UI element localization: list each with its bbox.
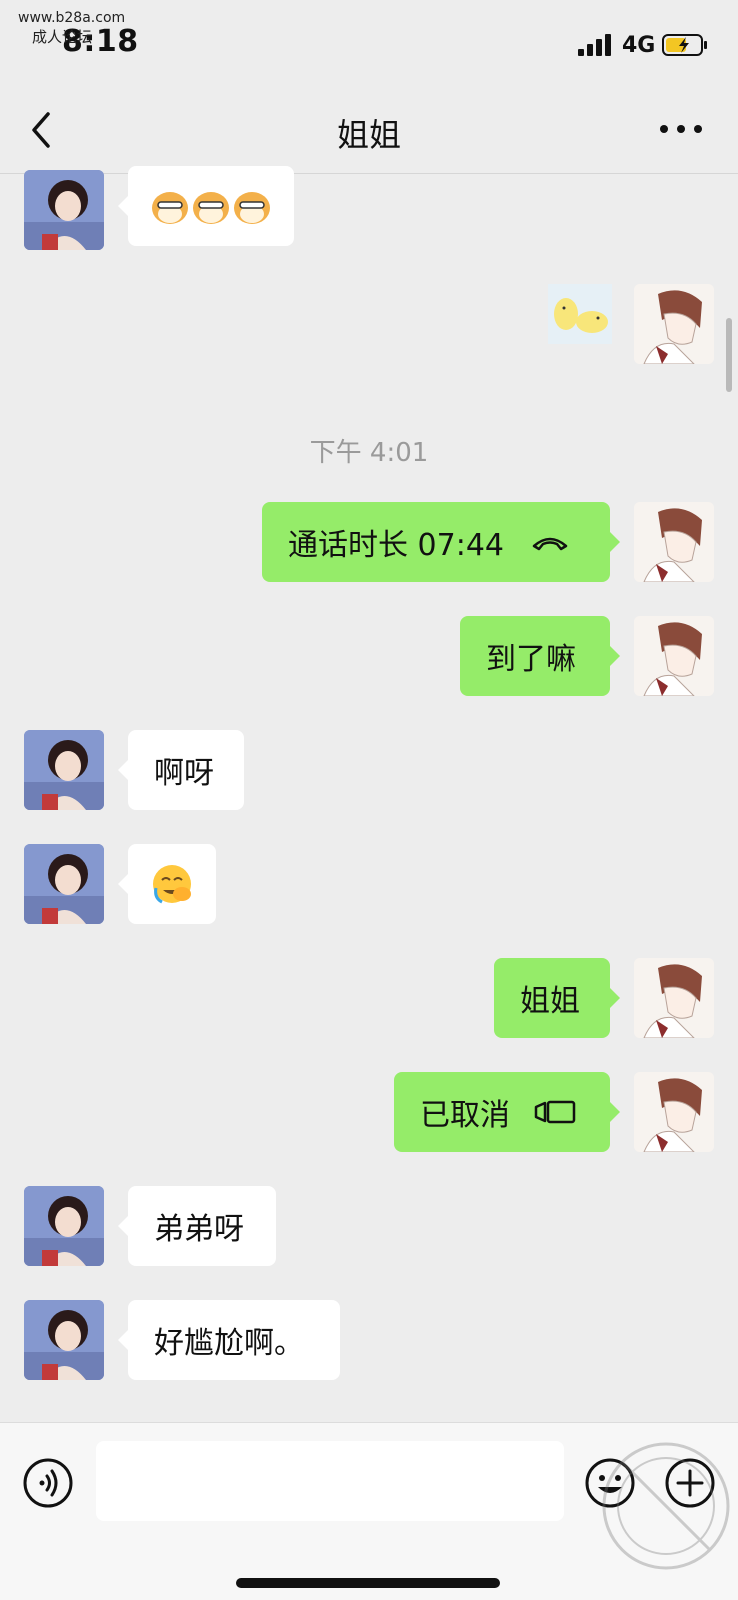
avatar-her[interactable] <box>24 844 104 924</box>
voice-icon[interactable] <box>22 1457 74 1509</box>
message-bubble-video-call[interactable]: 已取消 <box>394 1072 620 1152</box>
avatar-her[interactable] <box>24 1300 104 1380</box>
avatar-me-art <box>634 616 714 696</box>
avatar-her-art <box>24 1186 104 1266</box>
watermark-stamp-icon <box>602 1442 730 1570</box>
message-text: 通话时长 07:44 <box>288 528 504 563</box>
home-indicator[interactable] <box>236 1578 500 1588</box>
avatar-me-art <box>634 284 714 364</box>
avatar-me[interactable] <box>634 1072 714 1152</box>
avatar-me-art <box>634 1072 714 1152</box>
nav-bar: 姐姐 <box>0 84 738 174</box>
message-text: 好尴尬啊。 <box>154 1326 304 1361</box>
watermark-text: 成人论坛 <box>32 28 93 46</box>
avatar-me[interactable] <box>634 958 714 1038</box>
avatar-her[interactable] <box>24 730 104 810</box>
message-bubble[interactable]: 到了嘛 <box>460 616 620 696</box>
more-dots-icon[interactable] <box>656 114 706 144</box>
doge-sticker-icon <box>152 192 270 224</box>
avatar-her[interactable] <box>24 1186 104 1266</box>
avatar-me-art <box>634 958 714 1038</box>
avatar-me[interactable] <box>634 502 714 582</box>
message-text: 啊呀 <box>154 756 214 791</box>
message-bubble[interactable]: 姐姐 <box>494 958 620 1038</box>
chat-timestamp: 下午 4:01 <box>309 438 429 468</box>
status-bar: www.b28a.com 8:18 成人论坛 4G <box>0 0 738 80</box>
signal-icon <box>578 34 611 56</box>
message-input[interactable] <box>96 1441 564 1521</box>
message-bubble-emoji[interactable] <box>118 844 216 924</box>
avatar-her[interactable] <box>24 170 104 250</box>
facepalm-emoji-icon <box>153 865 191 904</box>
message-bubble-call[interactable]: 通话时长 07:44 <box>262 502 620 582</box>
message-text: 姐姐 <box>520 984 580 1019</box>
avatar-her-art <box>24 730 104 810</box>
message-bubble[interactable]: 好尴尬啊。 <box>118 1300 340 1380</box>
battery-icon <box>662 34 707 56</box>
avatar-her-art <box>24 170 104 250</box>
scrollbar[interactable] <box>726 318 732 392</box>
network-type: 4G <box>622 33 656 58</box>
avatar-me[interactable] <box>634 616 714 696</box>
avatar-me[interactable] <box>634 284 714 364</box>
phone-hangup-icon <box>532 537 568 551</box>
message-bubble[interactable]: 啊呀 <box>118 730 244 810</box>
avatar-her-art <box>24 844 104 924</box>
avatar-me-art <box>634 502 714 582</box>
message-bubble-sticker[interactable] <box>118 166 294 246</box>
chat-title: 姐姐 <box>336 116 401 154</box>
message-text: 弟弟呀 <box>154 1212 244 1247</box>
message-bubble[interactable]: 弟弟呀 <box>118 1186 276 1266</box>
video-call-icon <box>534 1100 576 1124</box>
message-text: 到了嘛 <box>486 642 576 677</box>
chick-sticker-icon[interactable] <box>548 284 612 344</box>
message-text: 已取消 <box>420 1098 510 1133</box>
avatar-her-art <box>24 1300 104 1380</box>
